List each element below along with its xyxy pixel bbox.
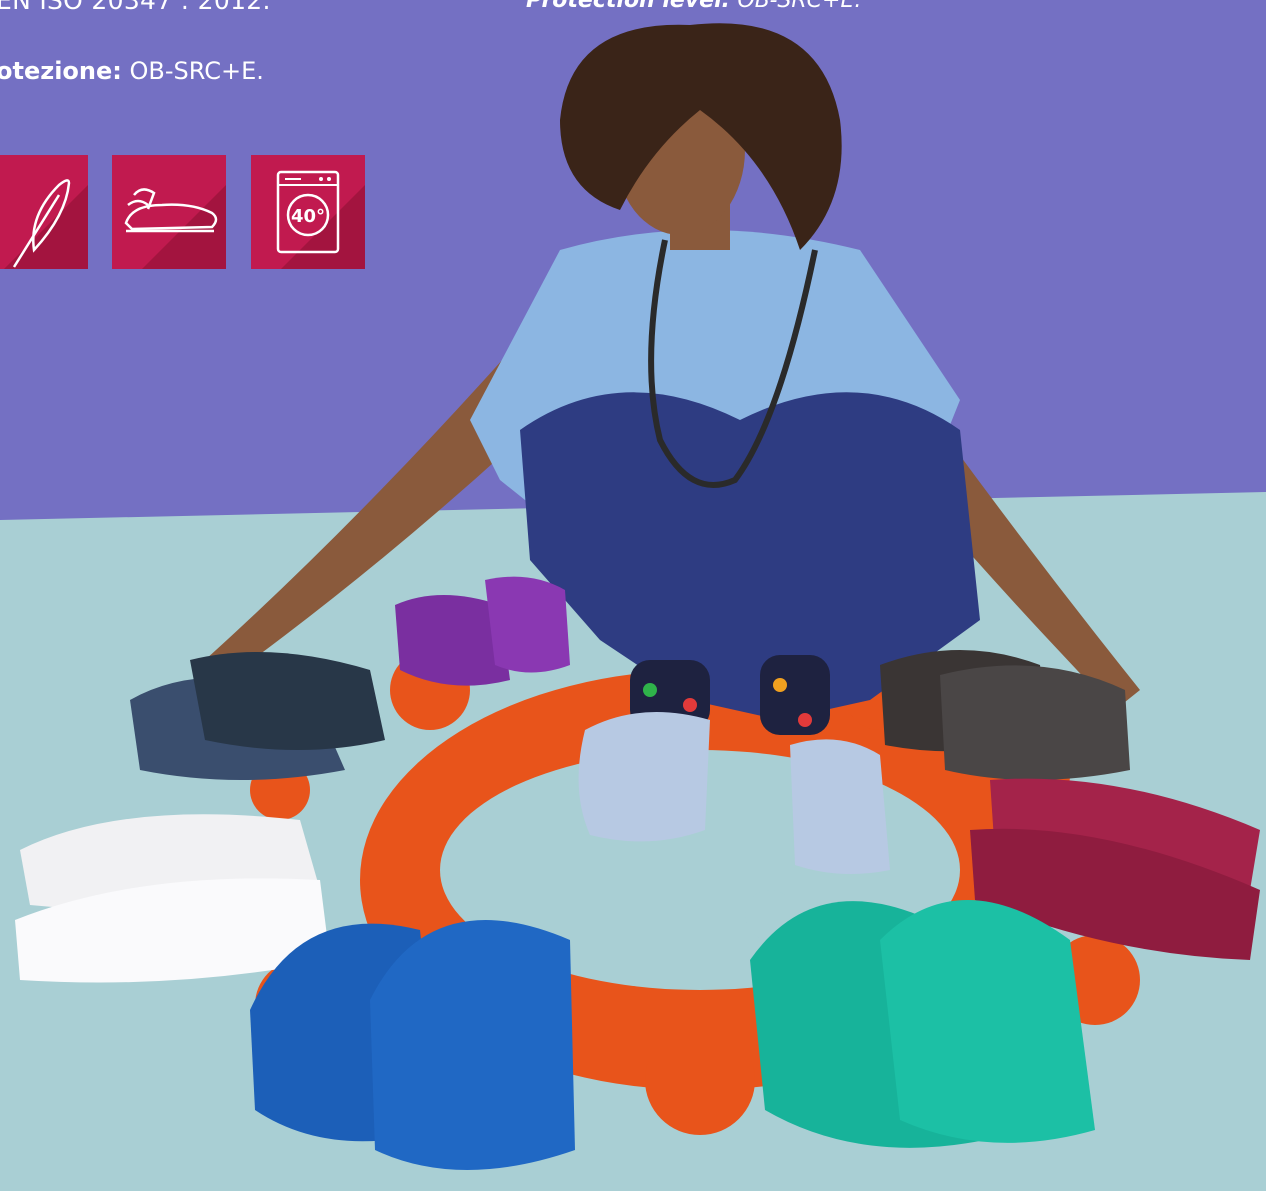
clog-strap-icon (112, 155, 226, 269)
protezione-text: otezione: OB-SRC+E. (0, 57, 264, 85)
protezione-label: otezione: (0, 57, 122, 85)
standard-text: EN ISO 20347 : 2012. (0, 0, 271, 15)
wash-temperature-label: 40° (291, 206, 325, 227)
protezione-value: OB-SRC+E. (121, 57, 264, 85)
protection-level-text: Protection level: OB-SRC+E. (526, 0, 861, 13)
clogs-white (15, 814, 330, 983)
washing-machine-40-icon: 40° (251, 155, 365, 269)
protection-label: Protection level: (526, 0, 731, 13)
protection-value: OB-SRC+E. (730, 0, 862, 13)
clogs-teal (750, 900, 1095, 1148)
feather-icon (0, 155, 88, 269)
